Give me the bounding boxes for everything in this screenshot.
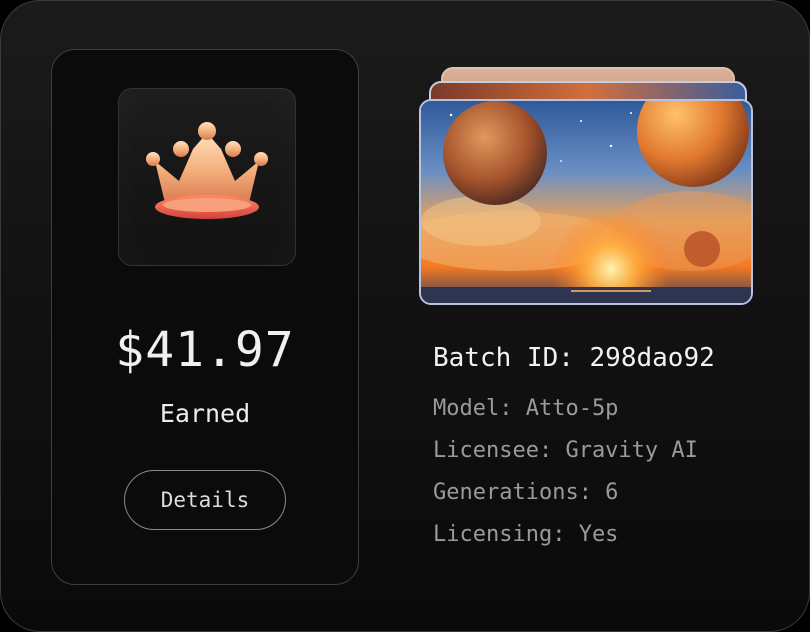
batch-id: Batch ID: 298dao92 [433, 343, 715, 373]
licensee-line: Licensee: Gravity AI [433, 438, 698, 463]
earned-amount: $41.97 [115, 322, 295, 378]
earnings-panel: $41.97 Earned Details [51, 49, 359, 585]
licensing-line: Licensing: Yes [433, 522, 619, 547]
model-line: Model: Atto-5p [433, 396, 619, 421]
details-button[interactable]: Details [124, 470, 286, 530]
earned-label: Earned [159, 399, 251, 428]
generations-line: Generations: 6 [433, 480, 619, 505]
generation-image-stack[interactable] [419, 65, 753, 305]
crown-icon [146, 122, 268, 219]
generated-image-planets[interactable] [419, 99, 753, 305]
crown-tile [118, 88, 296, 266]
batch-card: $41.97 Earned Details Batch ID: 298dao92… [0, 0, 810, 632]
